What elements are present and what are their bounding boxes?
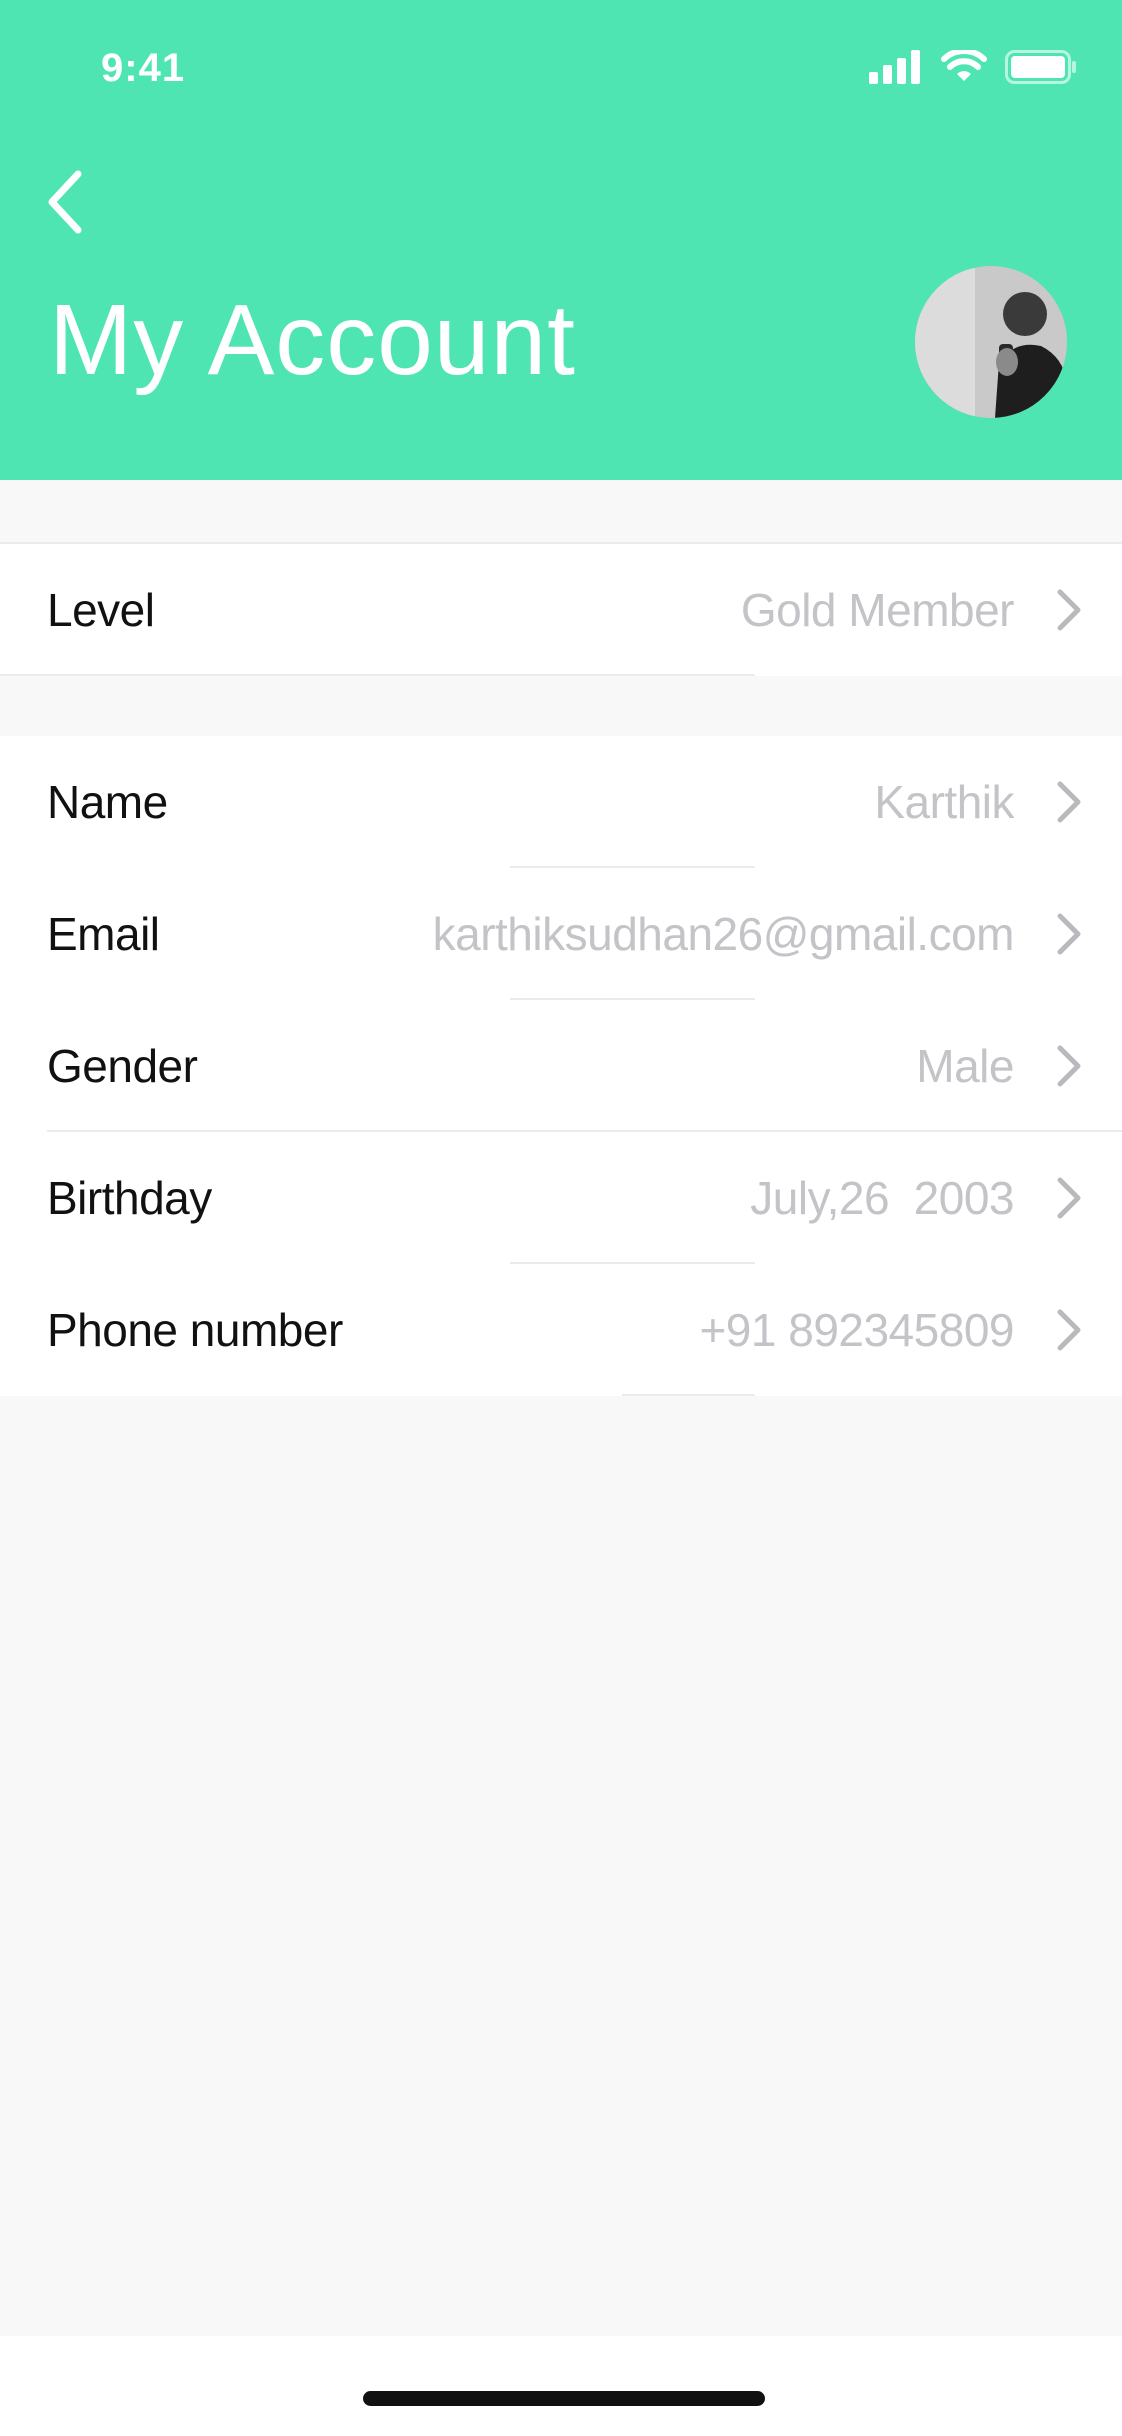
profile-section: Name Karthik Email karthiksudhan26@gmail…	[0, 736, 1122, 1396]
row-value: karthiksudhan26@gmail.com	[432, 908, 1015, 960]
chevron-right-icon	[1057, 1045, 1081, 1087]
row-label: Phone number	[47, 1304, 343, 1356]
cellular-signal-icon	[869, 50, 920, 84]
row-label: Name	[47, 776, 168, 828]
profile-photo-icon	[915, 266, 1067, 418]
divider	[0, 674, 755, 676]
chevron-right-icon	[1057, 589, 1081, 631]
page-title: My Account	[49, 284, 576, 396]
birthday-row[interactable]: Birthday July,26 2003	[0, 1132, 1122, 1264]
divider	[622, 1394, 755, 1396]
row-label: Level	[47, 584, 155, 636]
chevron-right-icon	[1057, 913, 1081, 955]
home-indicator[interactable]	[363, 2391, 765, 2406]
row-label: Birthday	[47, 1172, 212, 1224]
battery-icon	[1005, 50, 1076, 84]
row-value: Karthik	[874, 776, 1014, 828]
wifi-icon	[941, 50, 987, 81]
chevron-right-icon	[1057, 1309, 1081, 1351]
level-row[interactable]: Level Gold Member	[0, 544, 1122, 676]
row-value: +91 892345809	[699, 1304, 1014, 1356]
row-value: Gold Member	[740, 584, 1015, 636]
level-section: Level Gold Member	[0, 542, 1122, 676]
row-value: July,26 2003	[750, 1172, 1014, 1224]
header-bar: 9:41 My Account	[0, 0, 1122, 480]
chevron-right-icon	[1057, 1177, 1081, 1219]
chevron-left-icon	[48, 170, 82, 234]
phone-number-row[interactable]: Phone number +91 892345809	[0, 1264, 1122, 1396]
row-value: Male	[916, 1040, 1014, 1092]
status-icons	[869, 50, 1077, 84]
avatar[interactable]	[915, 266, 1067, 418]
gender-row[interactable]: Gender Male	[0, 1000, 1122, 1132]
name-row[interactable]: Name Karthik	[0, 736, 1122, 868]
back-button[interactable]	[40, 166, 100, 238]
bottom-bar	[0, 2336, 1122, 2436]
email-row[interactable]: Email karthiksudhan26@gmail.com	[0, 868, 1122, 1000]
row-label: Email	[47, 908, 160, 960]
chevron-right-icon	[1057, 781, 1081, 823]
status-time: 9:41	[101, 46, 186, 90]
row-label: Gender	[47, 1040, 198, 1092]
